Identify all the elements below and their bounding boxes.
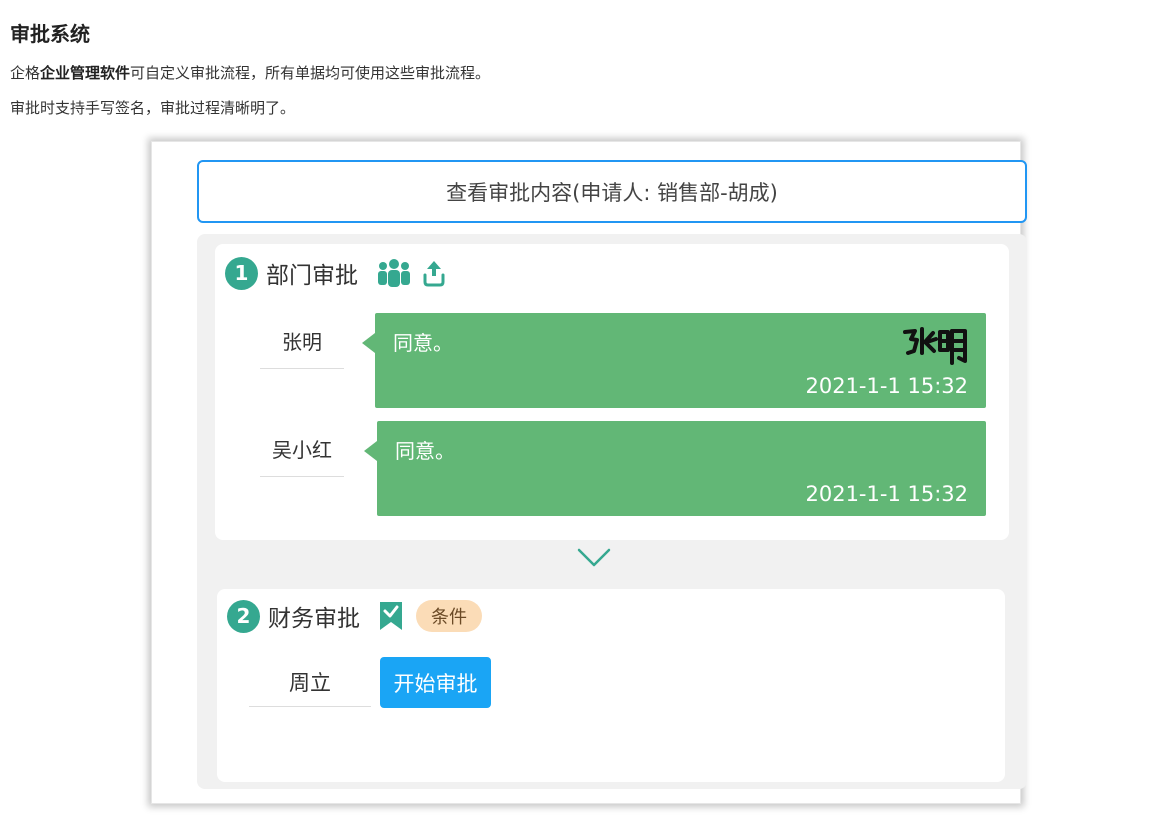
step-number: 2 <box>227 599 260 633</box>
step-title: 部门审批 <box>266 263 358 289</box>
approval-row: 张明 同意。 2021-1-1 15:32 <box>260 313 990 408</box>
page-title: 审批系统 <box>10 22 90 46</box>
approver-name: 吴小红 <box>260 421 344 477</box>
upload-icon[interactable] <box>422 259 446 287</box>
intro-line-2: 审批时支持手写签名，审批过程清晰明了。 <box>10 99 296 117</box>
approver-name: 张明 <box>260 313 344 369</box>
step-card-finance: 2 财务审批 条件 周立 开始审批 <box>217 589 1005 782</box>
group-icon[interactable] <box>376 258 412 288</box>
approval-time: 2021-1-1 15:32 <box>805 374 968 398</box>
step-number: 1 <box>225 256 258 290</box>
step-header: 1 部门审批 <box>225 256 446 290</box>
start-approval-button[interactable]: 开始审批 <box>380 657 491 708</box>
view-approval-content-button[interactable]: 查看审批内容(申请人: 销售部-胡成) <box>197 160 1027 223</box>
step-header: 2 财务审批 条件 <box>227 599 482 633</box>
approval-time: 2021-1-1 15:32 <box>805 482 968 506</box>
comment-text: 同意。 <box>395 439 455 463</box>
step-title: 财务审批 <box>268 606 360 632</box>
chevron-down-icon <box>577 547 611 573</box>
approver-name: 周立 <box>249 657 371 707</box>
approval-row: 吴小红 同意。 2021-1-1 15:32 <box>260 421 990 516</box>
bookmark-check-icon[interactable] <box>378 600 404 632</box>
intro-line-1: 企格企业管理软件可自定义审批流程，所有单据均可使用这些审批流程。 <box>10 62 490 83</box>
approval-comment-bubble: 同意。 2021-1-1 15:32 <box>362 313 986 408</box>
step-card-department: 1 部门审批 张明 同意。 2021-1-1 15:32 吴小红 同意。 202… <box>215 244 1009 540</box>
comment-text: 同意。 <box>393 331 453 355</box>
approval-steps-panel: 1 部门审批 张明 同意。 2021-1-1 15:32 吴小红 同意。 202… <box>197 234 1027 789</box>
intro-bold-link[interactable]: 企业管理软件 <box>40 64 130 82</box>
handwritten-signature <box>902 325 968 371</box>
approval-comment-bubble: 同意。 2021-1-1 15:32 <box>364 421 986 516</box>
app-screenshot: 查看审批内容(申请人: 销售部-胡成) 1 部门审批 张明 同意。 2021-1… <box>151 141 1027 804</box>
intro-prefix: 企格 <box>10 64 41 82</box>
intro-suffix: 可自定义审批流程，所有单据均可使用这些审批流程。 <box>130 64 491 82</box>
condition-badge: 条件 <box>416 600 482 632</box>
